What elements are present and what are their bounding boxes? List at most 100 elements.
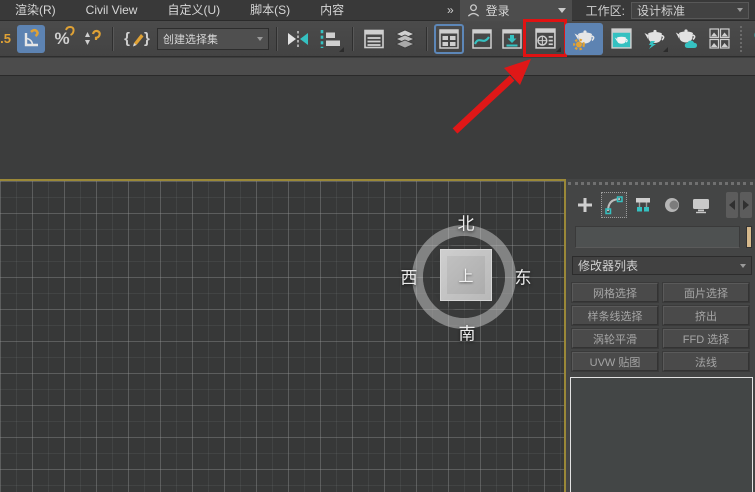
- modifier-ffd-select-button[interactable]: FFD 选择: [663, 329, 749, 348]
- menu-civil-view[interactable]: Civil View: [71, 0, 153, 21]
- layer-manager-icon: [364, 29, 384, 48]
- compass-east-label[interactable]: 东: [515, 264, 532, 289]
- panel-arrow-right-button[interactable]: [740, 192, 752, 218]
- snap-hook-icon: [65, 25, 75, 36]
- modifier-turbosmooth-button[interactable]: 涡轮平滑: [572, 329, 658, 348]
- modifier-uvw-map-button[interactable]: UVW 贴图: [572, 352, 658, 371]
- flyout-corner-icon: [556, 46, 561, 52]
- snap-25-icon: 2.5: [0, 31, 12, 46]
- chevron-down-icon: [740, 263, 746, 268]
- menu-content[interactable]: 内容: [305, 0, 359, 21]
- workspace-value: 设计标准: [637, 3, 686, 18]
- toolbar-separator-dotted: [740, 25, 742, 52]
- pencil-icon: [133, 33, 144, 46]
- workspace-dropdown[interactable]: 设计标准: [631, 1, 749, 19]
- mirror-icon: [288, 30, 308, 47]
- schematic-view-button[interactable]: [499, 25, 525, 53]
- spinner-snap-toggle-button[interactable]: [79, 25, 105, 53]
- empty-ui-area: [0, 77, 755, 179]
- compass-north-label[interactable]: 北: [458, 210, 475, 235]
- tab-hierarchy[interactable]: [630, 192, 656, 218]
- scene-layer-explorer-button[interactable]: [391, 25, 419, 53]
- named-selection-set-dropdown[interactable]: 创建选择集: [157, 27, 269, 50]
- brace-close-icon: }: [144, 30, 150, 47]
- tab-motion[interactable]: [659, 192, 685, 218]
- menu-bar: 渲染(R) Civil View 自定义(U) 脚本(S) 内容 » 登录 工作…: [0, 0, 755, 21]
- modifier-normal-button[interactable]: 法线: [663, 352, 749, 371]
- object-color-swatch[interactable]: [746, 226, 752, 248]
- panel-arrow-left-button[interactable]: [726, 192, 738, 218]
- hierarchy-icon: [636, 198, 650, 212]
- modifier-stack-listbox[interactable]: [570, 377, 753, 492]
- curve-editor-icon: [471, 28, 492, 49]
- compass-south-label[interactable]: 南: [459, 320, 476, 345]
- viewcube-top-face[interactable]: 上: [440, 249, 492, 301]
- modifier-patch-select-button[interactable]: 面片选择: [663, 283, 749, 302]
- toolbar-shelf-band: [0, 58, 755, 76]
- menu-render[interactable]: 渲染(R): [0, 0, 71, 21]
- user-icon: [467, 3, 479, 17]
- command-panel-tabs: [572, 190, 752, 220]
- lightbulb-tool-button[interactable]: [749, 25, 755, 53]
- modifier-mesh-select-button[interactable]: 网格选择: [572, 283, 658, 302]
- align-button[interactable]: [315, 25, 345, 53]
- selection-set-value: 创建选择集: [163, 33, 218, 46]
- material-editor-icon: [534, 28, 556, 49]
- menu-scripting[interactable]: 脚本(S): [235, 0, 305, 21]
- modifier-button-grid: 网格选择 面片选择 样条线选择 挤出 涡轮平滑 FFD 选择 UVW 贴图 法线: [572, 283, 749, 371]
- ribbon-toggle-button[interactable]: [434, 23, 464, 54]
- snap-toggle-button[interactable]: 2.5: [0, 25, 14, 53]
- lightbulb-icon: [754, 32, 755, 38]
- display-monitor-icon: [693, 199, 709, 214]
- flyout-corner-icon: [339, 46, 344, 52]
- grid-window-icon: [439, 28, 459, 49]
- toolbar-separator: [426, 26, 427, 51]
- modifier-list-dropdown[interactable]: 修改器列表: [572, 256, 752, 275]
- render-production-button[interactable]: [639, 25, 669, 53]
- edit-named-selection-sets-button[interactable]: { }: [120, 25, 154, 53]
- angle-snap-icon: [24, 28, 39, 46]
- percent-snap-toggle-button[interactable]: %: [48, 25, 76, 53]
- schematic-view-icon: [502, 28, 522, 49]
- toolbar-separator: [276, 26, 277, 51]
- sign-in-button[interactable]: 登录: [459, 0, 572, 21]
- compass-west-label[interactable]: 西: [401, 264, 418, 289]
- tab-modify[interactable]: [601, 192, 627, 218]
- chevron-down-icon: [257, 36, 263, 41]
- sign-in-label: 登录: [485, 3, 510, 18]
- material-editor-button[interactable]: [523, 18, 567, 57]
- render-setup-teapot-icon: [573, 29, 595, 50]
- chevron-down-icon: [737, 8, 743, 12]
- asset-gallery-button[interactable]: [706, 25, 733, 53]
- arrow-right-icon: [743, 200, 749, 210]
- render-in-cloud-button[interactable]: [672, 25, 703, 53]
- modifier-list-value: 修改器列表: [578, 259, 639, 273]
- layer-manager-button[interactable]: [360, 25, 388, 53]
- modifier-spline-select-button[interactable]: 样条线选择: [572, 306, 658, 325]
- menu-customize[interactable]: 自定义(U): [152, 0, 235, 21]
- render-setup-button[interactable]: [565, 22, 603, 55]
- object-name-field[interactable]: [575, 226, 740, 248]
- render-cloud-icon: [675, 29, 697, 48]
- viewport-top[interactable]: 上 北 南 西 东: [0, 179, 566, 492]
- angle-snap-toggle-button[interactable]: [17, 24, 45, 53]
- chevron-down-icon: [557, 7, 566, 13]
- object-name-row: [575, 226, 752, 248]
- tab-display[interactable]: [688, 192, 714, 218]
- modify-arc-icon: [605, 196, 623, 215]
- spinner-snap-icon: [85, 29, 101, 45]
- create-plus-icon: [578, 198, 592, 212]
- mirror-button[interactable]: [284, 25, 312, 53]
- toolbar-overflow-chevron-icon[interactable]: »: [441, 3, 460, 17]
- panel-grip[interactable]: [568, 182, 753, 185]
- toolbar-separator: [112, 26, 113, 51]
- rendered-frame-window-button[interactable]: [606, 25, 636, 53]
- rendered-frame-icon: [610, 28, 632, 49]
- 3dsmax-window: 渲染(R) Civil View 自定义(U) 脚本(S) 内容 » 登录 工作…: [0, 0, 755, 492]
- curve-editor-button[interactable]: [467, 25, 496, 53]
- tab-create[interactable]: [572, 192, 598, 218]
- workspace-label: 工作区:: [585, 3, 625, 18]
- modifier-extrude-button[interactable]: 挤出: [663, 306, 749, 325]
- toolbar-separator: [352, 26, 353, 51]
- command-panel: 修改器列表 网格选择 面片选择 样条线选择 挤出 涡轮平滑 FFD 选择 UVW…: [566, 179, 755, 492]
